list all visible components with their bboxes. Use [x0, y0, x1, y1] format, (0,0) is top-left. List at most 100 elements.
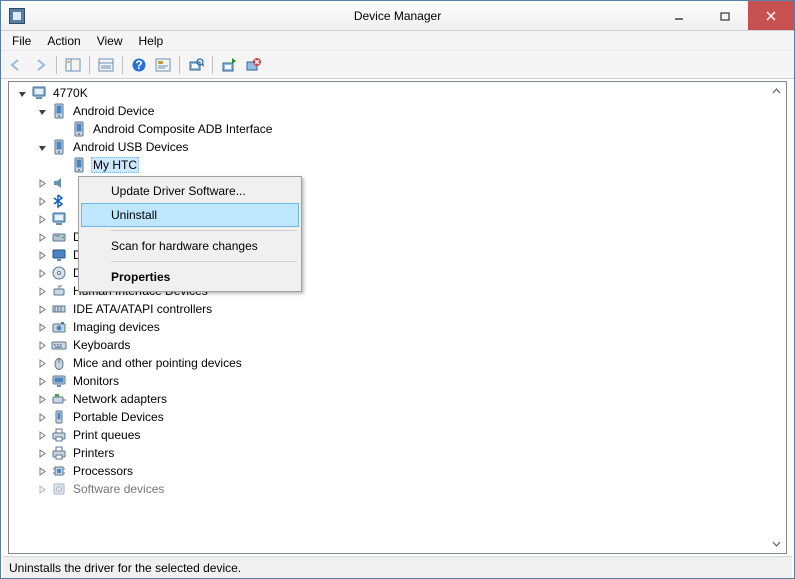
tree-node[interactable]: Mice and other pointing devices: [11, 354, 786, 372]
expand-icon[interactable]: [35, 302, 49, 316]
expand-icon[interactable]: [35, 392, 49, 406]
context-menu-item[interactable]: Uninstall: [81, 203, 299, 227]
computer-icon: [31, 85, 47, 101]
scan-hardware-icon[interactable]: [185, 54, 207, 76]
expand-icon[interactable]: [35, 284, 49, 298]
menu-file[interactable]: File: [5, 32, 38, 50]
context-menu-item[interactable]: Properties: [81, 265, 299, 289]
tree-node-label: My HTC: [91, 157, 139, 173]
tree-node[interactable]: Software devices: [11, 480, 786, 498]
close-button[interactable]: [748, 1, 794, 30]
expand-icon[interactable]: [35, 266, 49, 280]
printer-icon: [51, 445, 67, 461]
expand-icon[interactable]: [35, 446, 49, 460]
expand-icon[interactable]: [35, 356, 49, 370]
expand-icon[interactable]: [35, 464, 49, 478]
tree-node-label: Monitors: [71, 374, 121, 388]
expand-icon[interactable]: [35, 320, 49, 334]
tree-node[interactable]: Network adapters: [11, 390, 786, 408]
expand-icon[interactable]: [35, 194, 49, 208]
tree-node-label: Software devices: [71, 482, 166, 496]
help-icon[interactable]: ?: [128, 54, 150, 76]
pda-icon: [51, 139, 67, 155]
uninstall-icon[interactable]: [242, 54, 264, 76]
expand-icon[interactable]: [35, 338, 49, 352]
window-title: Device Manager: [354, 9, 441, 23]
tree-node[interactable]: IDE ATA/ATAPI controllers: [11, 300, 786, 318]
maximize-button[interactable]: [702, 1, 748, 30]
show-hide-tree-icon[interactable]: [62, 54, 84, 76]
monitor-icon: [51, 373, 67, 389]
tree-node-label: Mice and other pointing devices: [71, 356, 244, 370]
statusbar: Uninstalls the driver for the selected d…: [3, 556, 792, 578]
action-center-icon[interactable]: [152, 54, 174, 76]
scroll-up-icon[interactable]: [768, 83, 785, 100]
tree-node[interactable]: Android USB Devices: [11, 138, 786, 156]
expand-icon[interactable]: [35, 212, 49, 226]
disk-icon: [51, 229, 67, 245]
tree-node[interactable]: Printers: [11, 444, 786, 462]
tree-node[interactable]: 4770K: [11, 84, 786, 102]
tree-node[interactable]: Keyboards: [11, 336, 786, 354]
tree-node[interactable]: Print queues: [11, 426, 786, 444]
expand-icon[interactable]: [35, 230, 49, 244]
tree-node[interactable]: Android Composite ADB Interface: [11, 120, 786, 138]
tree-node-label: Portable Devices: [71, 410, 166, 424]
camera-icon: [51, 319, 67, 335]
properties-pane-icon[interactable]: [95, 54, 117, 76]
tree-node-label: Android Device: [71, 104, 156, 118]
expand-icon[interactable]: [35, 248, 49, 262]
device-tree[interactable]: 4770K Android Device Android Composite ADB…: [9, 82, 786, 553]
expand-icon[interactable]: [35, 482, 49, 496]
tree-node[interactable]: Android Device: [11, 102, 786, 120]
menubar: File Action View Help: [1, 31, 794, 51]
portable-icon: [51, 409, 67, 425]
context-menu-item[interactable]: Scan for hardware changes: [81, 234, 299, 258]
tree-node[interactable]: Monitors: [11, 372, 786, 390]
speaker-icon: [51, 175, 67, 191]
update-driver-icon[interactable]: [218, 54, 240, 76]
context-menu-item[interactable]: Update Driver Software...: [81, 179, 299, 203]
collapse-icon[interactable]: [15, 86, 29, 100]
expand-icon[interactable]: [35, 410, 49, 424]
expand-icon[interactable]: [35, 176, 49, 190]
tree-node-label: Android USB Devices: [71, 140, 190, 154]
menu-action[interactable]: Action: [40, 32, 87, 50]
mouse-icon: [51, 355, 67, 371]
tree-container: 4770K Android Device Android Composite ADB…: [8, 81, 787, 554]
display-icon: [51, 247, 67, 263]
collapse-icon[interactable]: [35, 140, 49, 154]
cpu-icon: [51, 463, 67, 479]
pda-icon: [71, 157, 87, 173]
tree-node[interactable]: Portable Devices: [11, 408, 786, 426]
context-menu-separator: [111, 230, 297, 231]
keyboard-icon: [51, 337, 67, 353]
scroll-down-icon[interactable]: [768, 535, 785, 552]
toolbar: ?: [1, 51, 794, 79]
titlebar[interactable]: Device Manager: [1, 1, 794, 31]
tree-node[interactable]: Imaging devices: [11, 318, 786, 336]
software-icon: [51, 481, 67, 497]
pda-icon: [51, 103, 67, 119]
tree-node-label: Imaging devices: [71, 320, 162, 334]
back-icon: [5, 54, 27, 76]
hid-icon: [51, 283, 67, 299]
tree-node-label: Processors: [71, 464, 135, 478]
tree-node-label: Printers: [71, 446, 116, 460]
expand-icon[interactable]: [35, 374, 49, 388]
context-menu-separator: [111, 261, 297, 262]
expand-icon[interactable]: [35, 428, 49, 442]
ide-icon: [51, 301, 67, 317]
tree-node-label: IDE ATA/ATAPI controllers: [71, 302, 214, 316]
expand-icon: [55, 122, 69, 136]
context-menu[interactable]: Update Driver Software...Uninstall Scan f…: [78, 176, 302, 292]
menu-help[interactable]: Help: [132, 32, 171, 50]
computer-icon: [51, 211, 67, 227]
cdrom-icon: [51, 265, 67, 281]
minimize-button[interactable]: [656, 1, 702, 30]
tree-node[interactable]: Processors: [11, 462, 786, 480]
collapse-icon[interactable]: [35, 104, 49, 118]
pda-icon: [71, 121, 87, 137]
tree-node[interactable]: My HTC: [11, 156, 786, 174]
menu-view[interactable]: View: [90, 32, 130, 50]
